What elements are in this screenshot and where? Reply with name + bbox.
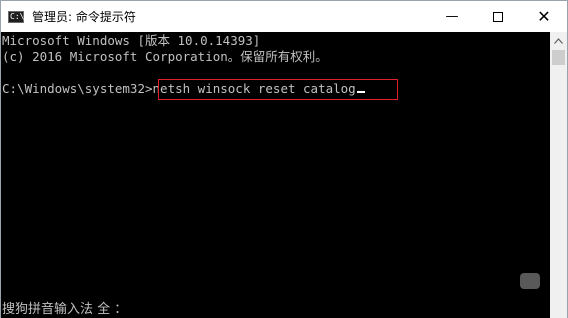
command-highlight-box bbox=[158, 79, 398, 100]
title-bar[interactable]: C:\ 管理员: 命令提示符 — ✕ bbox=[1, 1, 567, 32]
minimize-button[interactable]: — bbox=[429, 1, 475, 32]
console-prompt: C:\Windows\system32> bbox=[2, 81, 153, 96]
console-output[interactable]: Microsoft Windows [版本 10.0.14393] (c) 20… bbox=[1, 32, 550, 318]
maximize-icon bbox=[493, 11, 503, 22]
scroll-thumb[interactable] bbox=[552, 50, 565, 65]
watermark-icon bbox=[519, 273, 540, 289]
console-line-copyright: (c) 2016 Microsoft Corporation。保留所有权利。 bbox=[2, 49, 328, 64]
scroll-up-button[interactable] bbox=[550, 32, 567, 49]
maximize-button[interactable] bbox=[475, 1, 521, 32]
chevron-up-icon bbox=[554, 37, 563, 44]
close-icon: ✕ bbox=[537, 7, 551, 26]
window-controls: — ✕ bbox=[429, 1, 567, 32]
cmd-icon[interactable]: C:\ bbox=[8, 10, 25, 23]
watermark-logo bbox=[501, 267, 561, 295]
cmd-window: C:\ 管理员: 命令提示符 — ✕ Microsoft Windows [版本… bbox=[0, 0, 568, 318]
console-line-version: Microsoft Windows [版本 10.0.14393] bbox=[2, 33, 261, 48]
ime-status-bar: 搜狗拼音输入法 全 ： bbox=[2, 302, 128, 317]
window-title: 管理员: 命令提示符 bbox=[32, 10, 136, 24]
minimize-icon: — bbox=[445, 9, 459, 24]
cmd-icon-text: C:\ bbox=[10, 11, 25, 21]
close-button[interactable]: ✕ bbox=[521, 1, 567, 32]
